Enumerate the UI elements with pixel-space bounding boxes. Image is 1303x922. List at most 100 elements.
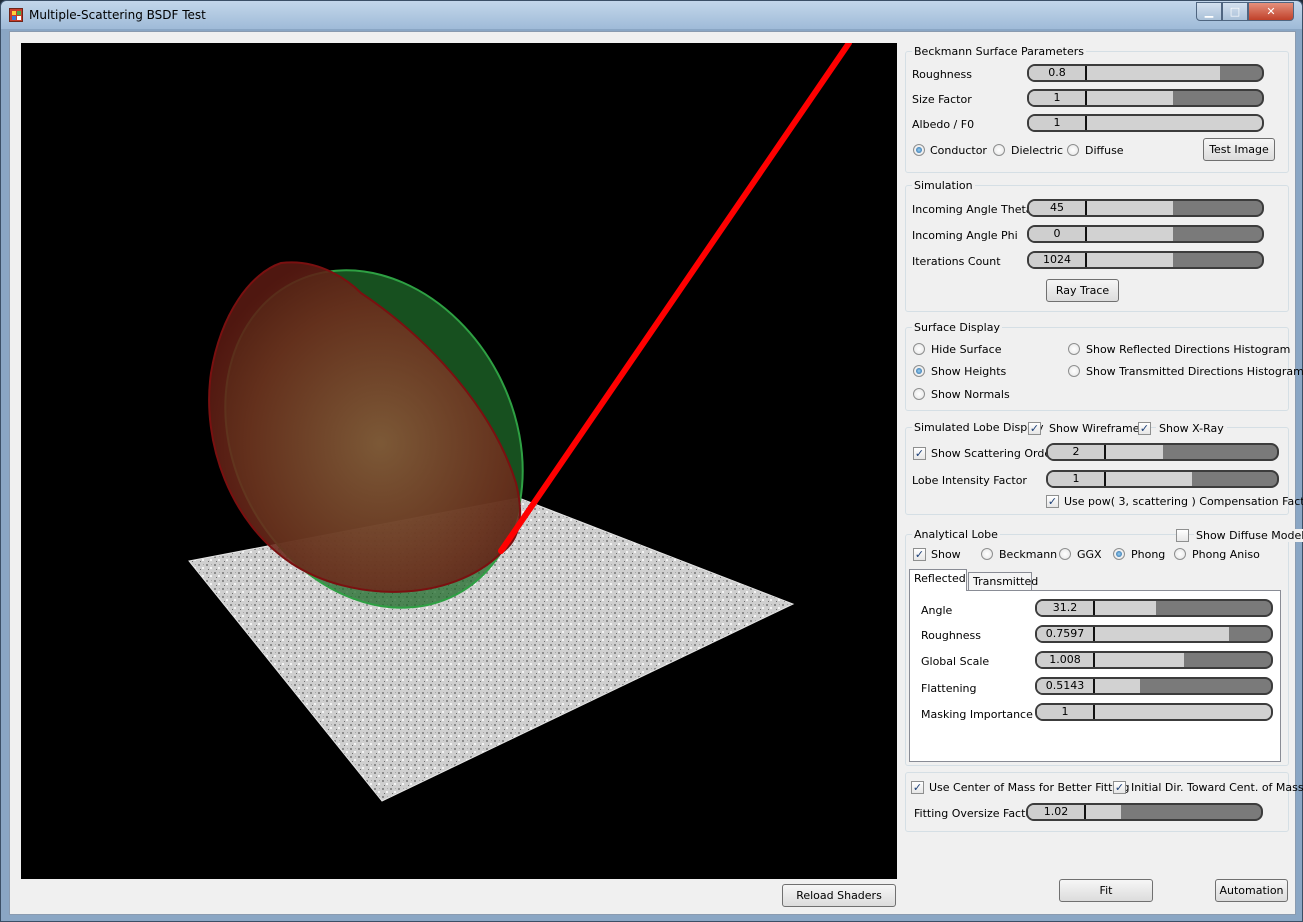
flattening-slider[interactable]: 0.5143 [1035,677,1273,695]
conductor-radio[interactable] [913,144,925,156]
surface-display-group: Surface Display Hide Surface Show Height… [905,321,1303,411]
scattering-order-slider[interactable]: 2 [1046,443,1279,461]
phong-model-label: Phong [1131,548,1166,561]
lobe-intensity-label: Lobe Intensity Factor [912,474,1027,487]
roughness-slider[interactable]: 0.8 [1027,64,1264,82]
iterations-label: Iterations Count [912,255,1001,268]
reflected-histogram-label: Show Reflected Directions Histogram [1086,343,1291,356]
app-window: Multiple-Scattering BSDF Test ▁ □ ✕ Relo… [0,0,1303,922]
show-wireframe-checkbox[interactable]: ✓ [1028,422,1041,435]
beckmann-model-radio[interactable] [981,548,993,560]
render-viewport[interactable] [21,43,897,879]
global-scale-label: Global Scale [921,655,990,668]
tab-reflected[interactable]: Reflected [909,569,967,591]
albedo-label: Albedo / F0 [912,118,975,131]
minimize-button[interactable]: ▁ [1196,2,1222,21]
size-factor-value[interactable]: 1 [1029,91,1087,105]
simulated-lobe-group: Simulated Lobe Display ✓ Show Wireframe … [905,421,1303,515]
phi-slider[interactable]: 0 [1027,225,1264,243]
albedo-slider[interactable]: 1 [1027,114,1264,132]
ggx-model-label: GGX [1077,548,1102,561]
show-diffuse-model-checkbox[interactable] [1176,529,1189,542]
transmitted-histogram-label: Show Transmitted Directions Histogram [1086,365,1303,378]
diffuse-radio[interactable] [1067,144,1079,156]
phong-aniso-model-radio[interactable] [1174,548,1186,560]
fit-button[interactable]: Fit [1059,879,1153,902]
global-scale-slider[interactable]: 1.008 [1035,651,1273,669]
angle-value[interactable]: 31.2 [1037,601,1095,615]
dielectric-radio[interactable] [993,144,1005,156]
app-icon [9,8,23,22]
surface-display-title: Surface Display [912,321,1002,334]
center-of-mass-checkbox[interactable]: ✓ [911,781,924,794]
lobe-intensity-value[interactable]: 1 [1048,472,1106,486]
size-factor-label: Size Factor [912,93,972,106]
test-image-button[interactable]: Test Image [1203,138,1275,161]
show-analytical-label: Show [931,548,961,561]
scattering-order-value[interactable]: 2 [1048,445,1106,459]
dielectric-label: Dielectric [1011,144,1064,157]
theta-slider[interactable]: 45 [1027,199,1264,217]
window-title: Multiple-Scattering BSDF Test [29,8,206,22]
show-diffuse-model-label: Show Diffuse Model [1194,529,1303,542]
iterations-value[interactable]: 1024 [1029,253,1087,267]
flattening-label: Flattening [921,682,977,695]
phi-value[interactable]: 0 [1029,227,1087,241]
analytical-lobe-group: Analytical Lobe Show Diffuse Model ✓ Sho… [905,528,1303,766]
roughness-value[interactable]: 0.8 [1029,66,1087,80]
oversize-factor-value[interactable]: 1.02 [1028,805,1086,819]
show-analytical-checkbox[interactable]: ✓ [913,548,926,561]
lobe-intensity-slider[interactable]: 1 [1046,470,1279,488]
iterations-slider[interactable]: 1024 [1027,251,1264,269]
flattening-value[interactable]: 0.5143 [1037,679,1095,693]
show-normals-radio[interactable] [913,388,925,400]
masking-importance-slider[interactable]: 1 [1035,703,1273,721]
oversize-factor-slider[interactable]: 1.02 [1026,803,1263,821]
show-xray-label: Show X-Ray [1156,422,1227,435]
conductor-label: Conductor [930,144,987,157]
theta-value[interactable]: 45 [1029,201,1087,215]
reflected-histogram-radio[interactable] [1068,343,1080,355]
simulated-lobe [208,261,522,593]
phong-roughness-slider[interactable]: 0.7597 [1035,625,1273,643]
albedo-value[interactable]: 1 [1029,116,1087,130]
global-scale-value[interactable]: 1.008 [1037,653,1095,667]
client-area: Reload Shaders Beckmann Surface Paramete… [9,31,1303,915]
maximize-button[interactable]: □ [1222,2,1248,21]
initial-dir-checkbox[interactable]: ✓ [1113,781,1126,794]
compensation-checkbox[interactable]: ✓ [1046,495,1059,508]
show-scattering-order-checkbox[interactable]: ✓ [913,447,926,460]
hide-surface-radio[interactable] [913,343,925,355]
incoming-ray [498,43,852,554]
show-heights-radio[interactable] [913,365,925,377]
hide-surface-label: Hide Surface [931,343,1002,356]
show-scattering-order-label: Show Scattering Order [931,447,1056,460]
phong-roughness-value[interactable]: 0.7597 [1037,627,1095,641]
masking-importance-value[interactable]: 1 [1037,705,1095,719]
angle-label: Angle [921,604,953,617]
ray-trace-button[interactable]: Ray Trace [1046,279,1119,302]
ggx-model-radio[interactable] [1059,548,1071,560]
phong-model-radio[interactable] [1113,548,1125,560]
diffuse-label: Diffuse [1085,144,1124,157]
beckmann-model-label: Beckmann [999,548,1058,561]
compensation-label: Use pow( 3, scattering ) Compensation Fa… [1064,495,1303,508]
reflected-tab-panel: Angle 31.2 Roughness 0.7597 Global Scale… [909,590,1281,762]
fitting-group: ✓ Use Center of Mass for Better Fitting … [905,772,1303,832]
reload-shaders-button[interactable]: Reload Shaders [782,884,896,907]
angle-slider[interactable]: 31.2 [1035,599,1273,617]
show-normals-label: Show Normals [931,388,1010,401]
transmitted-histogram-radio[interactable] [1068,365,1080,377]
size-factor-slider[interactable]: 1 [1027,89,1264,107]
phong-aniso-model-label: Phong Aniso [1192,548,1260,561]
close-button[interactable]: ✕ [1248,2,1294,21]
automation-button[interactable]: Automation [1215,879,1288,902]
show-xray-checkbox[interactable]: ✓ [1138,422,1151,435]
title-bar[interactable]: Multiple-Scattering BSDF Test ▁ □ ✕ [1,1,1302,29]
oversize-factor-label: Fitting Oversize Factor [914,807,1037,820]
analytical-lobe-title: Analytical Lobe [912,528,1000,541]
show-wireframe-label: Show Wireframe [1046,422,1143,435]
masking-importance-label: Masking Importance [921,708,1033,721]
center-of-mass-label: Use Center of Mass for Better Fitting [929,781,1130,794]
tab-transmitted[interactable]: Transmitted [968,572,1038,592]
